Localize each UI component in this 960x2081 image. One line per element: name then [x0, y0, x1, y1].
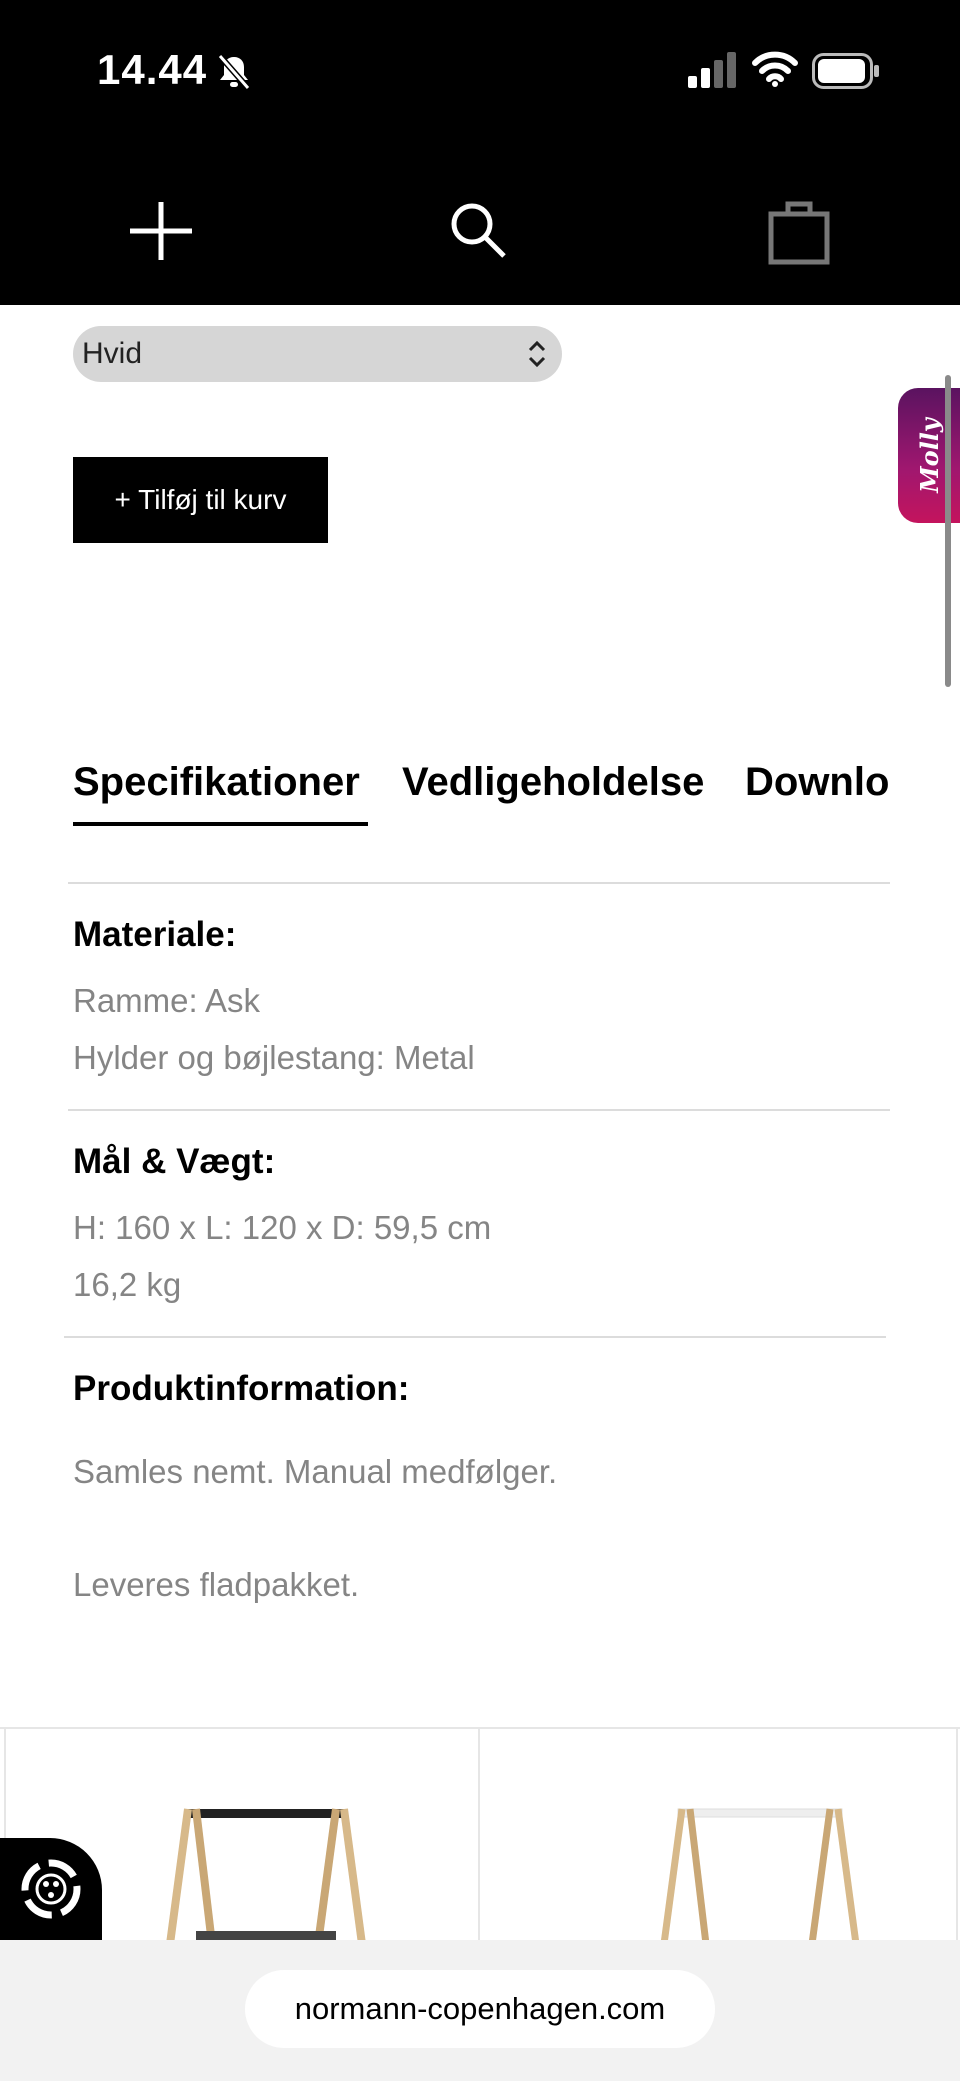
status-time: 14.44	[97, 46, 208, 93]
bag-icon[interactable]	[764, 196, 834, 266]
spec-info-line: Samles nemt. Manual medfølger.	[73, 1453, 558, 1490]
clothes-rack-black-icon	[166, 1808, 366, 1944]
search-icon[interactable]	[444, 196, 514, 266]
tab-downloads[interactable]: Downloads	[745, 760, 888, 805]
active-tab-indicator	[73, 822, 368, 826]
menu-icon[interactable]	[126, 196, 196, 266]
related-products	[0, 1727, 960, 1944]
wifi-icon	[752, 51, 798, 87]
scrollbar[interactable]	[945, 375, 951, 687]
spec-material-title: Materiale:	[73, 915, 237, 954]
battery-icon	[812, 53, 879, 89]
spec-material-line: Ramme: Ask	[73, 982, 261, 1019]
browser-toolbar: normann-copenhagen.com	[0, 1940, 960, 2081]
color-select-value: Hvid	[82, 337, 143, 370]
spec-tabs: Specifikationer Vedligeholdelse Download…	[73, 760, 888, 830]
clothes-rack-white-icon	[660, 1808, 860, 1944]
add-to-cart-button[interactable]: + Tilføj til kurv	[73, 457, 328, 543]
divider	[68, 882, 890, 884]
accessibility-button[interactable]	[0, 1838, 102, 1940]
spec-dimensions-line: H: 160 x L: 120 x D: 59,5 cm	[73, 1209, 492, 1246]
bell-slash-icon	[217, 54, 251, 90]
tab-specifications[interactable]: Specifikationer	[73, 760, 360, 805]
accessibility-icon	[21, 1859, 81, 1919]
product-card[interactable]	[480, 1729, 958, 1944]
spec-info-line: Leveres fladpakket.	[73, 1566, 360, 1603]
spec-info-title: Produktinformation:	[73, 1369, 410, 1408]
spec-weight-line: 16,2 kg	[73, 1266, 182, 1303]
divider	[68, 1109, 890, 1111]
chevron-up-down-icon	[528, 340, 546, 368]
top-bar: 14.44	[0, 0, 960, 305]
spec-material-line: Hylder og bøjlestang: Metal	[73, 1039, 475, 1076]
divider	[64, 1336, 886, 1338]
spec-dimensions-title: Mål & Vægt:	[73, 1142, 276, 1181]
color-select[interactable]: Hvid	[73, 326, 562, 382]
chat-widget-label: Molly	[914, 418, 944, 493]
signal-icon	[688, 52, 736, 88]
address-bar[interactable]: normann-copenhagen.com	[245, 1970, 715, 2048]
tab-maintenance[interactable]: Vedligeholdelse	[402, 760, 704, 805]
